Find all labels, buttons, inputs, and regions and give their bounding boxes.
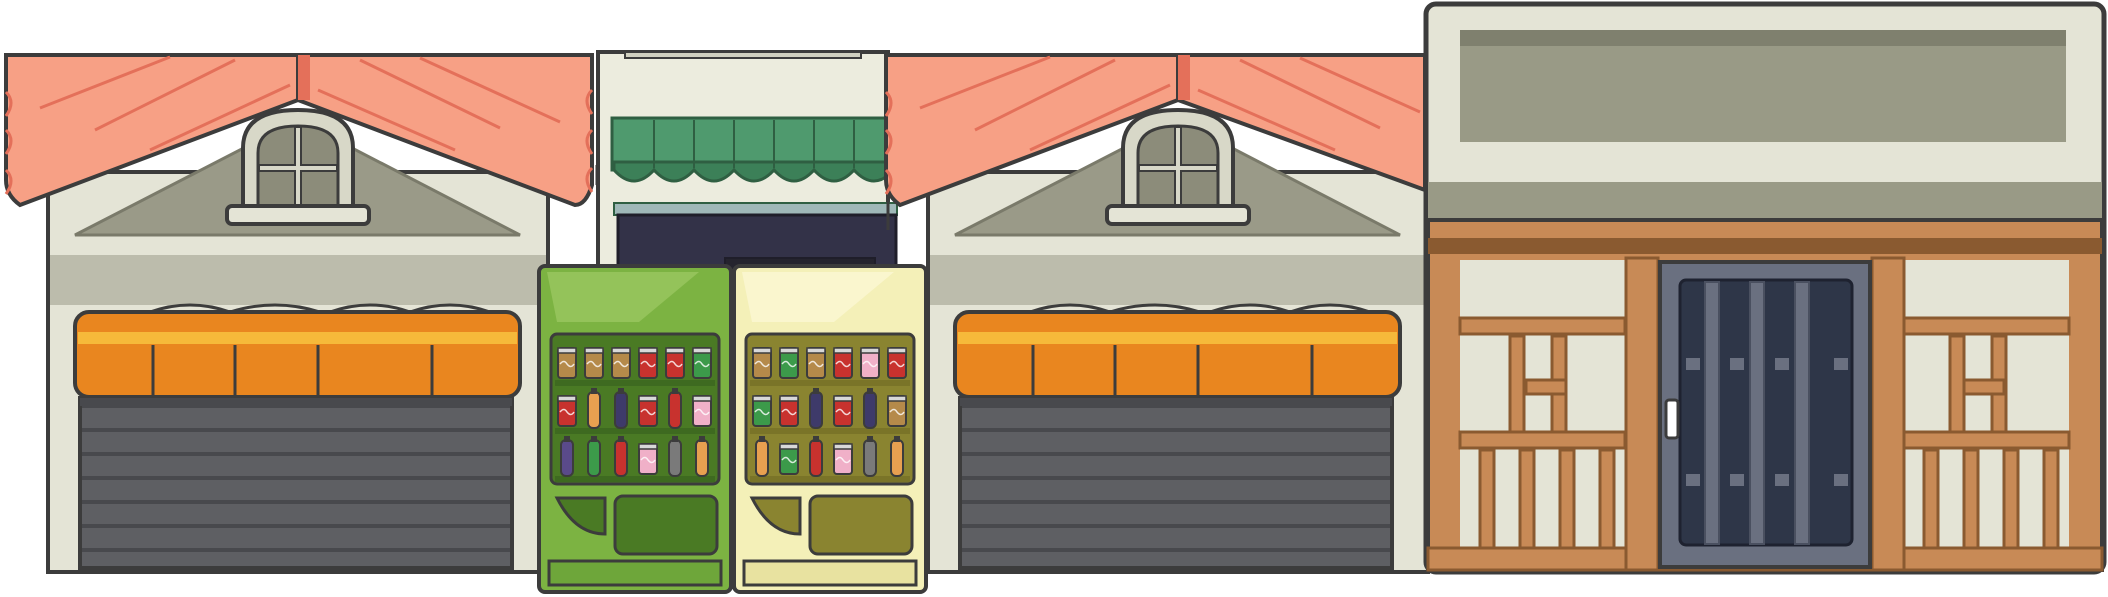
- drink-bottle[interactable]: [560, 439, 574, 477]
- garage-shop-1: [4, 53, 594, 574]
- door-handle[interactable]: [1664, 398, 1680, 440]
- roller-shutter: [78, 396, 514, 570]
- orange-awning: [953, 303, 1402, 399]
- narrow-shop: [595, 50, 899, 279]
- wooden-storefront: [1423, 1, 2107, 575]
- attic-window: [1105, 107, 1251, 226]
- drink-bottle[interactable]: [668, 439, 682, 477]
- garage-shop-2: [884, 53, 1430, 574]
- product-panel[interactable]: [808, 494, 914, 556]
- drink-bottle[interactable]: [809, 439, 823, 477]
- drink-bottle[interactable]: [890, 439, 904, 477]
- drink-bottle[interactable]: [755, 439, 769, 477]
- drink-bottle[interactable]: [809, 391, 823, 429]
- drink-bottle[interactable]: [668, 391, 682, 429]
- drink-bottle[interactable]: [614, 439, 628, 477]
- green-machine[interactable]: [537, 264, 733, 594]
- drink-bottle[interactable]: [614, 391, 628, 429]
- steel-door[interactable]: [1658, 260, 1872, 569]
- blank-sign: [1460, 30, 2066, 142]
- drink-bottle[interactable]: [695, 439, 709, 477]
- orange-awning: [73, 303, 522, 399]
- product-panel[interactable]: [613, 494, 719, 556]
- vending-machines: [537, 264, 928, 594]
- drink-bottle[interactable]: [587, 439, 601, 477]
- street-scene: [0, 0, 2108, 597]
- drink-bottle[interactable]: [863, 391, 877, 429]
- drink-bottle[interactable]: [587, 391, 601, 429]
- dispenser-slot[interactable]: [742, 559, 918, 587]
- attic-window: [225, 107, 371, 226]
- cream-machine[interactable]: [732, 264, 928, 594]
- roller-shutter: [958, 396, 1394, 570]
- street-scene-svg: [4, 1, 2107, 594]
- drink-bottle[interactable]: [863, 439, 877, 477]
- dispenser-slot[interactable]: [547, 559, 723, 587]
